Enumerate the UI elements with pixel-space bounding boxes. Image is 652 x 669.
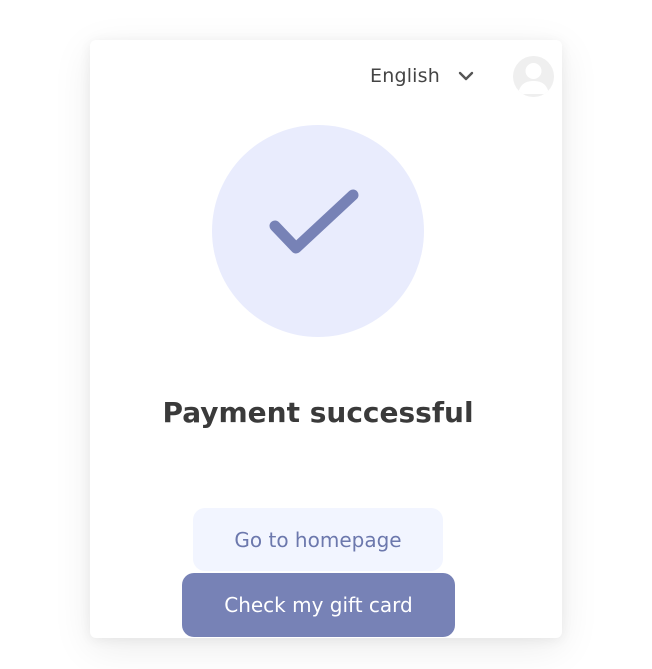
payment-card: English Payment successful Go to homepag…: [90, 40, 562, 638]
page-title: Payment successful: [162, 396, 474, 429]
check-icon: [263, 184, 373, 278]
go-to-homepage-button[interactable]: Go to homepage: [193, 508, 443, 571]
success-indicator: [212, 125, 424, 337]
language-label: English: [370, 65, 441, 87]
check-gift-card-button[interactable]: Check my gift card: [182, 573, 455, 637]
language-selector[interactable]: English: [370, 62, 476, 90]
chevron-down-icon: [456, 66, 476, 86]
user-avatar-icon[interactable]: [513, 56, 554, 97]
